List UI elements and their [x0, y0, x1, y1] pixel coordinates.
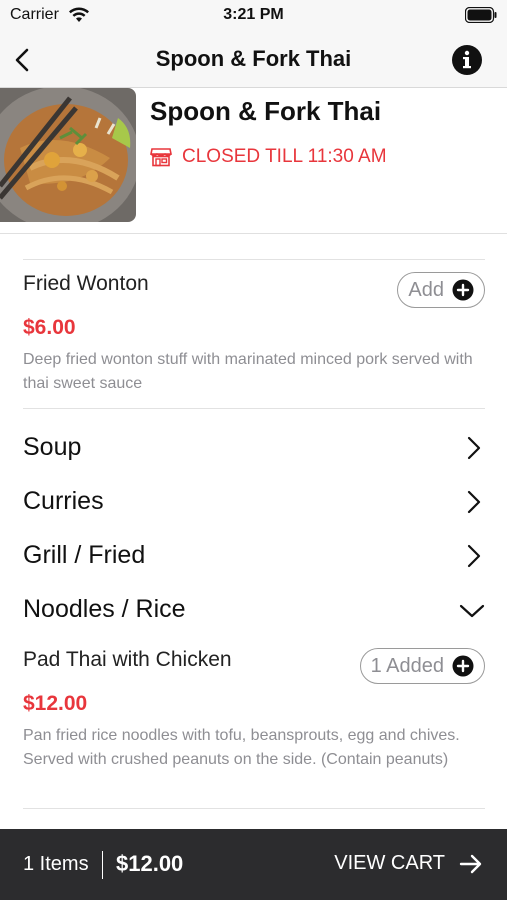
menu-item[interactable]: Fried Wonton $6.00 Deep fried wonton stu…: [23, 272, 485, 398]
arrow-right-icon: [459, 854, 482, 873]
divider: [23, 408, 485, 409]
restaurant-header: Spoon & Fork Thai CLOSED TILL 11:30 AM: [0, 88, 507, 234]
plus-icon: [452, 279, 474, 301]
category-soup[interactable]: Soup: [23, 425, 485, 469]
item-name: Pad Thai with Chicken: [23, 648, 232, 671]
added-button[interactable]: 1 Added: [359, 648, 485, 684]
chevron-right-icon: [467, 544, 481, 568]
closed-status-text: CLOSED TILL 11:30 AM: [182, 146, 387, 167]
battery-icon: [465, 7, 497, 23]
closed-status: CLOSED TILL 11:30 AM: [150, 146, 387, 168]
item-name: Fried Wonton: [23, 272, 149, 295]
item-description: Pan fried rice noodles with tofu, beansp…: [23, 727, 460, 768]
plus-icon: [452, 655, 474, 677]
page-title: Spoon & Fork Thai: [155, 46, 352, 71]
divider: [23, 259, 485, 260]
item-price: $6.00: [23, 316, 76, 339]
item-description: Deep fried wonton stuff with marinated m…: [23, 351, 473, 392]
category-noodles-rice[interactable]: Noodles / Rice: [23, 587, 485, 631]
status-time: 3:21 PM: [223, 6, 284, 23]
add-button[interactable]: Add: [397, 272, 485, 308]
category-label: Grill / Fried: [23, 541, 146, 569]
item-price: $12.00: [23, 692, 88, 715]
add-button-label: Add: [408, 278, 444, 301]
category-grill-fried[interactable]: Grill / Fried: [23, 533, 485, 577]
chevron-right-icon: [467, 490, 481, 514]
view-cart-button[interactable]: VIEW CART: [334, 852, 483, 875]
cart-item-count: 1 Items: [23, 853, 89, 875]
view-cart-label: VIEW CART: [334, 852, 445, 874]
category-label: Curries: [23, 487, 104, 515]
store-icon: [150, 148, 172, 167]
category-curries[interactable]: Curries: [23, 479, 485, 523]
added-button-label: 1 Added: [370, 654, 444, 677]
category-label: Soup: [23, 433, 82, 461]
status-bar: Carrier 3:21 PM: [0, 0, 507, 32]
restaurant-photo: [0, 88, 136, 222]
info-icon[interactable]: [451, 44, 483, 76]
restaurant-name: Spoon & Fork Thai: [150, 96, 382, 126]
chevron-right-icon: [467, 436, 481, 460]
cart-bar[interactable]: 1 Items $12.00 VIEW CART: [0, 829, 507, 900]
cart-separator: [102, 851, 103, 879]
menu-item[interactable]: Pad Thai with Chicken $12.00 Pan fried r…: [23, 648, 485, 798]
divider: [23, 808, 485, 809]
cart-total: $12.00: [116, 851, 184, 876]
navigation-bar: Spoon & Fork Thai: [0, 32, 507, 88]
chevron-down-icon: [459, 604, 485, 618]
category-label: Noodles / Rice: [23, 595, 186, 623]
